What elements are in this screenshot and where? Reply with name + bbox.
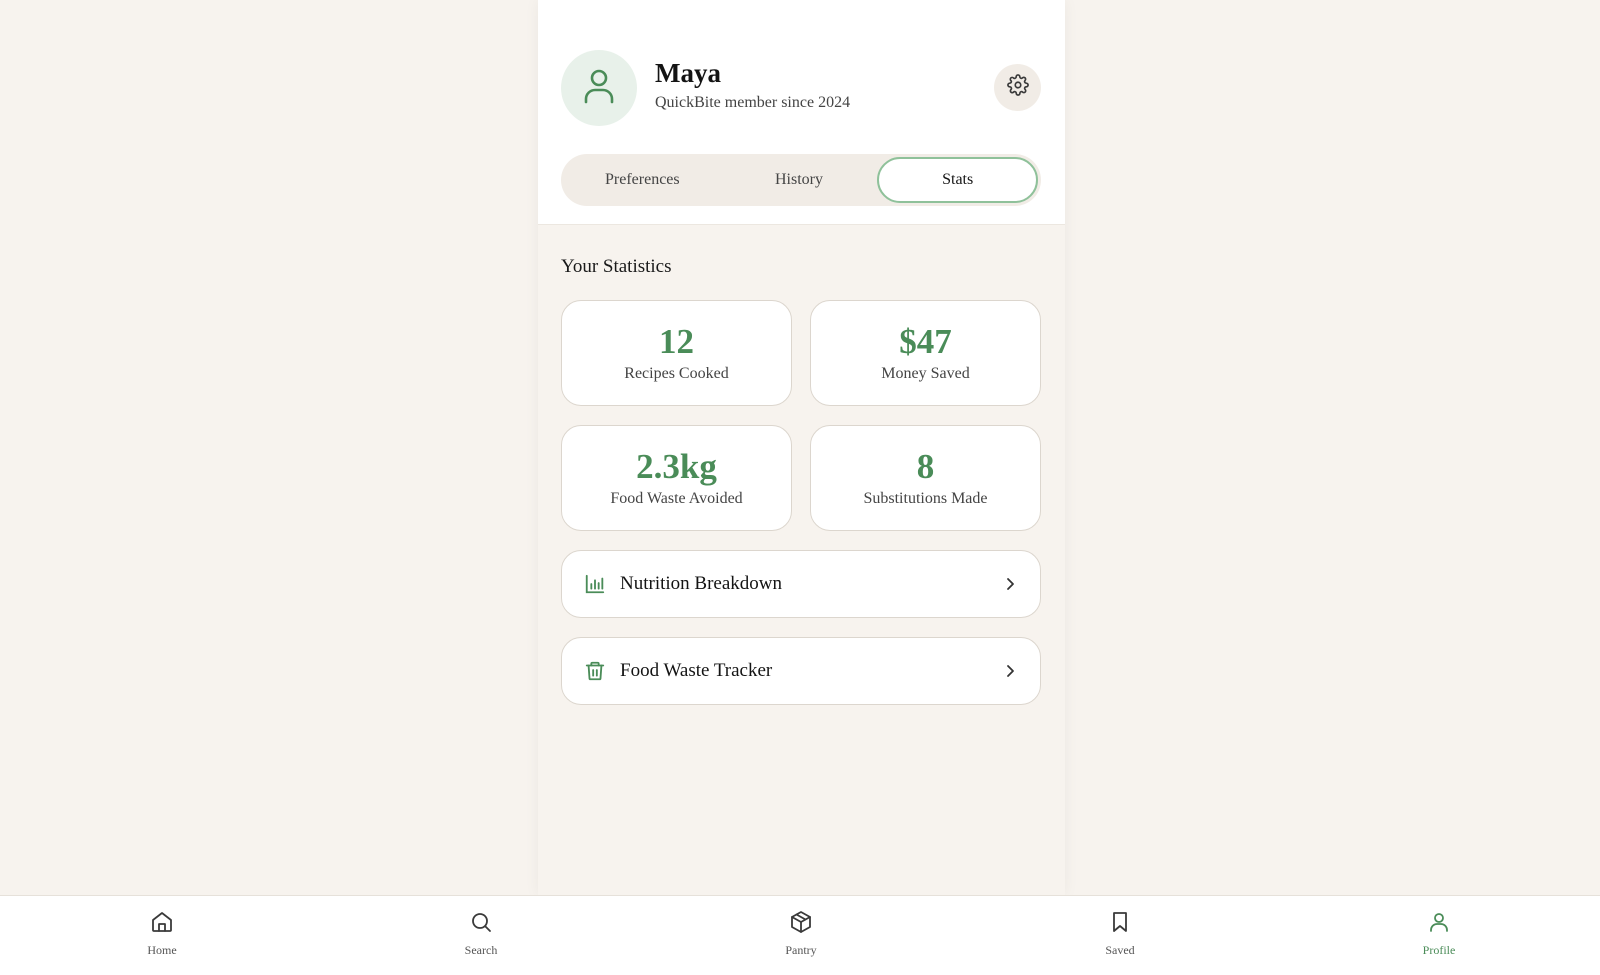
nav-label: Saved (1105, 943, 1135, 957)
chevron-right-icon (1000, 661, 1020, 681)
stat-value: $47 (899, 321, 952, 361)
bottom-nav: Home Search Pantry Saved Profile (0, 895, 1600, 975)
profile-tabs: Preferences History Stats (561, 154, 1041, 206)
profile-header: Maya QuickBite member since 2024 Prefere… (538, 0, 1065, 225)
trash-icon (582, 658, 608, 684)
stat-card-money: $47 Money Saved (810, 300, 1041, 406)
food-waste-tracker-link[interactable]: Food Waste Tracker (561, 637, 1041, 705)
nav-search[interactable]: Search (436, 910, 526, 958)
tab-preferences[interactable]: Preferences (564, 157, 721, 203)
nav-saved[interactable]: Saved (1075, 910, 1165, 958)
nav-label: Pantry (785, 943, 817, 957)
section-title: Your Statistics (561, 256, 672, 277)
nav-label: Home (147, 943, 177, 957)
settings-button[interactable] (994, 64, 1041, 111)
profile-screen: Maya QuickBite member since 2024 Prefere… (538, 0, 1065, 895)
user-name: Maya (655, 58, 721, 88)
chevron-right-icon (1000, 574, 1020, 594)
search-icon (469, 910, 493, 939)
home-icon (150, 910, 174, 939)
nav-home[interactable]: Home (117, 910, 207, 958)
stat-card-substitutions: 8 Substitutions Made (810, 425, 1041, 531)
box-icon (789, 910, 813, 939)
nav-profile[interactable]: Profile (1394, 910, 1484, 958)
nav-label: Profile (1422, 943, 1456, 957)
nutrition-breakdown-link[interactable]: Nutrition Breakdown (561, 550, 1041, 618)
stat-value: 12 (659, 321, 694, 361)
stat-card-waste: 2.3kg Food Waste Avoided (561, 425, 792, 531)
stat-value: 8 (916, 446, 935, 486)
stat-value: 2.3kg (636, 446, 717, 486)
bookmark-icon (1108, 910, 1132, 939)
row-label: Food Waste Tracker (620, 660, 773, 681)
member-since-text: QuickBite member since 2024 (655, 94, 851, 111)
avatar (561, 50, 637, 126)
stat-card-recipes: 12 Recipes Cooked (561, 300, 792, 406)
tab-history[interactable]: History (721, 157, 878, 203)
stat-label: Money Saved (881, 365, 970, 383)
nav-pantry[interactable]: Pantry (756, 910, 846, 958)
nav-label: Search (464, 943, 498, 957)
user-icon (583, 68, 615, 109)
gear-icon (1006, 74, 1029, 101)
row-label: Nutrition Breakdown (620, 573, 783, 594)
tab-stats[interactable]: Stats (877, 157, 1039, 203)
stat-label: Recipes Cooked (624, 365, 729, 383)
user-icon (1427, 910, 1451, 939)
stat-label: Food Waste Avoided (610, 490, 743, 508)
stat-label: Substitutions Made (863, 490, 988, 508)
bar-chart-icon (582, 571, 608, 597)
